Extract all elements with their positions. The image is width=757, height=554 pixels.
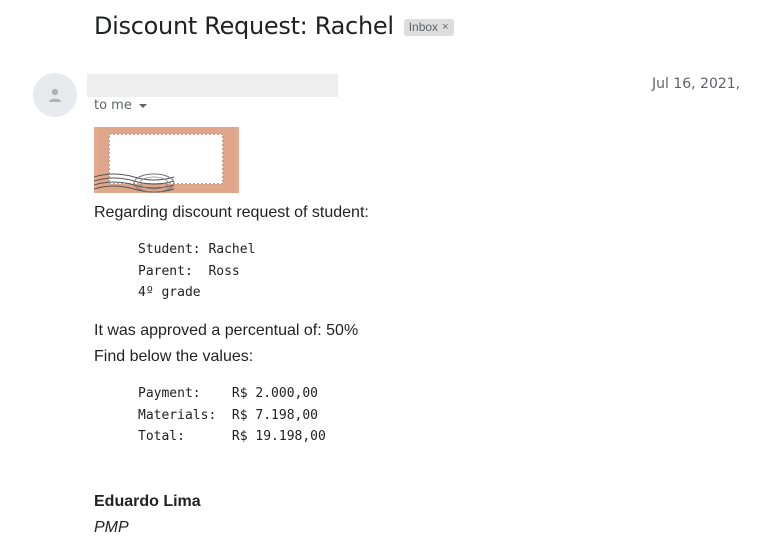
value-line: Materials: R$ 7.198,00 [138, 408, 319, 423]
inbox-label-text: Inbox [408, 20, 439, 34]
recipient-label: to me [94, 98, 132, 113]
recipient-details-toggle[interactable]: to me [94, 98, 147, 113]
value-line: Total: R$ 19.198,00 [138, 429, 326, 444]
inbox-label[interactable]: Inbox × [403, 18, 454, 36]
remove-label-icon[interactable]: × [442, 21, 448, 33]
sender-avatar[interactable] [33, 73, 77, 117]
postage-stamp-image [94, 127, 239, 193]
sender-name-redacted [87, 74, 338, 97]
email-greeting: Regarding discount request of student: [94, 204, 369, 221]
signature-name: Eduardo Lima [94, 493, 201, 510]
approval-text: It was approved a percentual of: 50% [94, 322, 359, 339]
value-line: Payment: R$ 2.000,00 [138, 386, 319, 401]
signature-title: PMP [94, 519, 129, 536]
email-subject: Discount Request: Rachel [94, 12, 394, 40]
student-info-line: Student: Rachel [138, 242, 256, 257]
person-icon [49, 88, 61, 102]
email-view: Discount Request: Rachel Inbox × Jul 16,… [0, 0, 757, 554]
student-info-line: Parent: Ross [138, 264, 240, 279]
values-intro: Find below the values: [94, 348, 254, 365]
email-date: Jul 16, 2021, [652, 76, 741, 92]
student-info-line: 4º grade [138, 285, 201, 300]
caret-down-icon [138, 103, 147, 108]
subject-row: Discount Request: Rachel Inbox × [94, 12, 454, 40]
